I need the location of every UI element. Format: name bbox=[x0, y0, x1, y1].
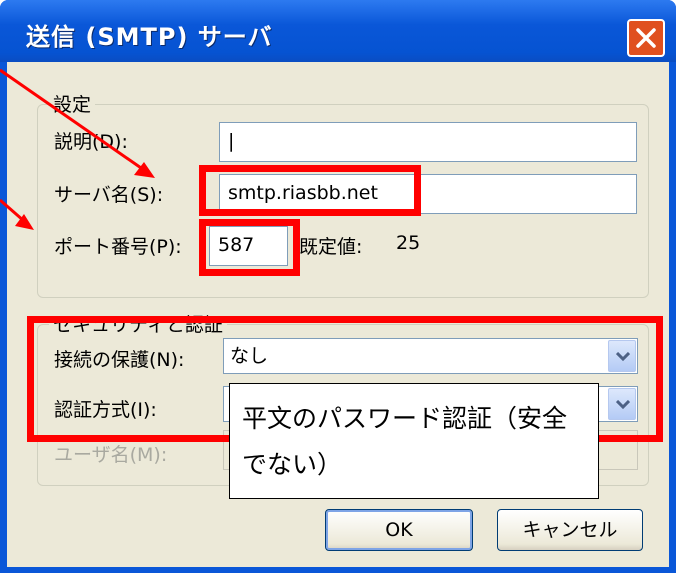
auth-method-callout: 平文のパスワード認証（安全でない） bbox=[229, 383, 599, 499]
arrow-to-server-name bbox=[0, 68, 145, 172]
arrow-to-port bbox=[0, 198, 25, 223]
